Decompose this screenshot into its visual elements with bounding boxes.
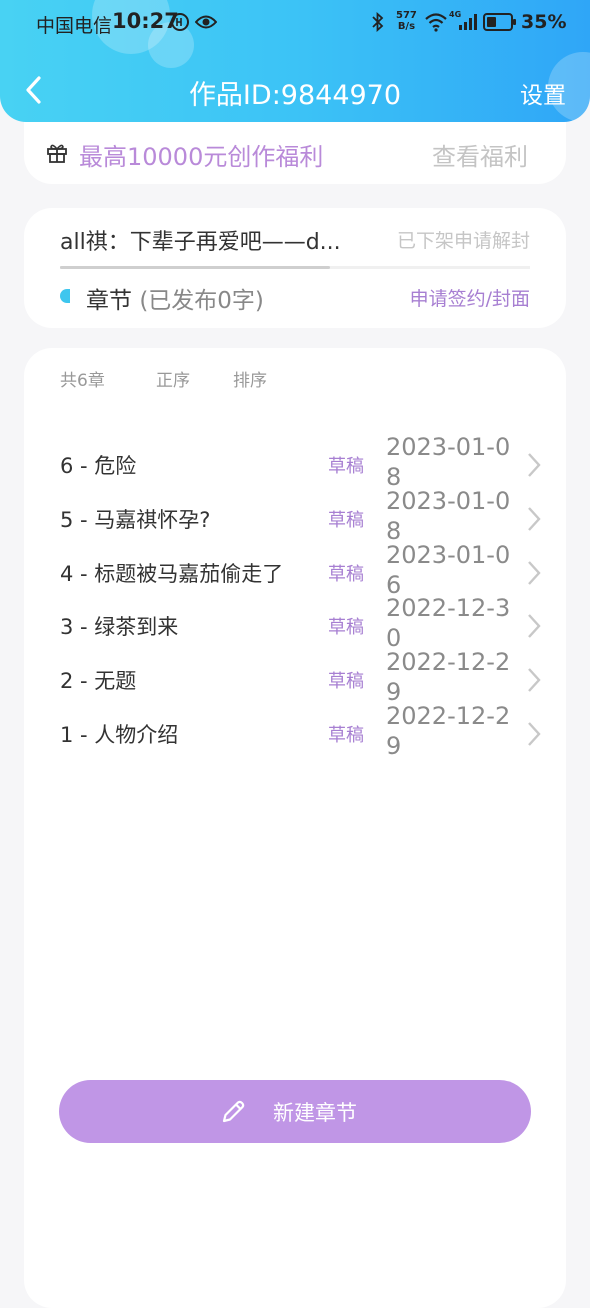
chapter-row[interactable]: 4 - 标题被马嘉茄偷走了 草稿 2023-01-06	[24, 541, 566, 599]
chapter-title: 5 - 马嘉祺怀孕?	[60, 508, 211, 532]
chapter-date: 2022-12-29	[386, 648, 511, 706]
chapter-date: 2022-12-29	[386, 702, 511, 760]
chevron-right-icon	[528, 561, 541, 585]
welfare-banner[interactable]: 最高10000元创作福利 查看福利	[24, 122, 566, 184]
chevron-right-icon	[528, 614, 541, 638]
battery-icon	[483, 13, 516, 31]
draft-badge: 草稿	[328, 564, 364, 585]
chapter-date: 2023-01-06	[386, 541, 511, 599]
clock: 10:27	[112, 9, 179, 33]
chapter-date: 2023-01-08	[386, 433, 511, 491]
battery-percent: 35%	[521, 11, 567, 33]
eye-icon	[195, 15, 217, 29]
chapter-title: 1 - 人物介绍	[60, 723, 179, 747]
chapter-section-heading: 章节 (已发布0字)	[86, 281, 264, 315]
draft-badge: 草稿	[328, 671, 364, 692]
net-speed-value: 577	[396, 10, 417, 21]
bluetooth-icon	[372, 12, 384, 32]
chapter-row[interactable]: 2 - 无题 草稿 2022-12-29	[24, 648, 566, 706]
chevron-right-icon	[528, 722, 541, 746]
unblock-request-link[interactable]: 已下架申请解封	[397, 226, 530, 253]
chapter-row[interactable]: 1 - 人物介绍 草稿 2022-12-29	[24, 702, 566, 760]
net-speed-unit: B/s	[397, 21, 416, 32]
chevron-right-icon	[528, 507, 541, 531]
net-speed: 577 B/s	[396, 10, 417, 32]
section-marker	[60, 289, 70, 303]
work-title: all祺：下辈子再爱吧——d...	[60, 230, 341, 255]
chapter-row[interactable]: 6 - 危险 草稿 2023-01-08	[24, 433, 566, 491]
chevron-right-icon	[528, 453, 541, 477]
gift-icon	[47, 144, 67, 163]
scroll-indicator	[60, 266, 330, 269]
chapter-title: 2 - 无题	[60, 669, 137, 693]
chapter-list-card: 共6章 正序 排序 6 - 危险 草稿 2023-01-08 5 - 马嘉祺怀孕…	[24, 348, 566, 1308]
chapter-title: 4 - 标题被马嘉茄偷走了	[60, 562, 284, 586]
chapter-row[interactable]: 3 - 绿茶到来 草稿 2022-12-30	[24, 594, 566, 652]
carrier-label: 中国电信	[36, 15, 113, 37]
draft-badge: 草稿	[328, 617, 364, 638]
apply-contract-cover-link[interactable]: 申请签约/封面	[410, 284, 530, 311]
new-chapter-label: 新建章节	[273, 1101, 357, 1125]
wifi-icon	[425, 13, 447, 32]
hd-icon	[171, 13, 189, 31]
draft-badge: 草稿	[328, 510, 364, 531]
top-header: 中国电信 10:27 577 B/s 4G 35% 作品ID:9844970 设…	[0, 0, 590, 122]
settings-button[interactable]: 设置	[520, 76, 566, 110]
chapter-section-label: 章节	[86, 288, 132, 314]
work-info-card: all祺：下辈子再爱吧——d... 已下架申请解封 章节 (已发布0字) 申请签…	[24, 208, 566, 328]
chapter-date: 2023-01-08	[386, 487, 511, 545]
new-chapter-button[interactable]: 新建章节	[59, 1080, 531, 1143]
published-words: (已发布0字)	[139, 288, 264, 314]
chevron-right-icon	[528, 668, 541, 692]
status-bar: 中国电信 10:27 577 B/s 4G 35%	[0, 0, 590, 46]
welfare-promo-text: 最高10000元创作福利	[79, 143, 324, 171]
chapter-count: 共6章	[60, 371, 105, 391]
signal-icon	[459, 14, 477, 30]
chapter-row[interactable]: 5 - 马嘉祺怀孕? 草稿 2023-01-08	[24, 487, 566, 545]
chapter-title: 6 - 危险	[60, 454, 137, 478]
order-toggle[interactable]: 正序	[156, 366, 190, 391]
draft-badge: 草稿	[328, 725, 364, 746]
chapter-title: 3 - 绿茶到来	[60, 615, 179, 639]
page-title: 作品ID:9844970	[188, 80, 402, 111]
chapter-date: 2022-12-30	[386, 594, 511, 652]
sort-button[interactable]: 排序	[233, 366, 267, 391]
view-welfare-link[interactable]: 查看福利	[432, 137, 528, 172]
draft-badge: 草稿	[328, 456, 364, 477]
pencil-icon	[222, 1100, 245, 1123]
